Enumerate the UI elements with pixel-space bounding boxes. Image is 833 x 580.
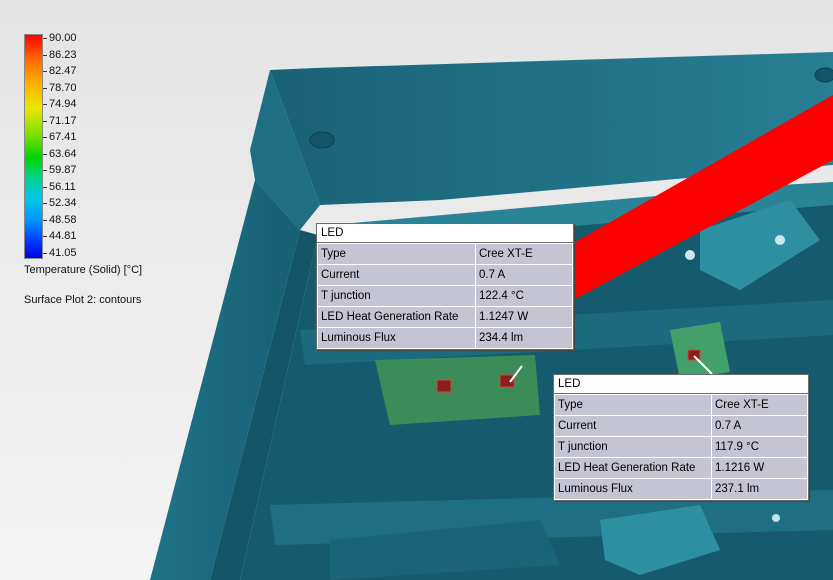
led-callout-1[interactable]: LED Type Cree XT-E Current 0.7 A T junct…: [316, 223, 574, 350]
bracket-hole: [685, 250, 695, 260]
row-value: 1.1216 W: [711, 457, 808, 479]
legend-tick: [43, 187, 47, 188]
legend-tick-label: 44.81: [49, 230, 77, 242]
table-row: LED Heat Generation Rate 1.1247 W: [317, 306, 573, 328]
callout-table: Type Cree XT-E Current 0.7 A T junction …: [317, 243, 573, 349]
row-value: Cree XT-E: [711, 394, 808, 416]
row-label: T junction: [317, 285, 476, 307]
table-row: Luminous Flux 237.1 lm: [554, 478, 808, 500]
row-value: 1.1247 W: [475, 306, 573, 328]
mount-hole: [772, 514, 780, 522]
row-value: Cree XT-E: [475, 243, 573, 265]
legend-title: Temperature (Solid) [°C]: [24, 264, 143, 276]
led-board-left: [375, 355, 540, 425]
bracket-hole: [775, 235, 785, 245]
table-row: Current 0.7 A: [554, 415, 808, 437]
legend-tick: [43, 170, 47, 171]
legend-tick: [43, 121, 47, 122]
row-value: 237.1 lm: [711, 478, 808, 500]
legend-tick-label: 86.23: [49, 49, 77, 61]
table-row: Type Cree XT-E: [317, 243, 573, 265]
table-row: T junction 117.9 °C: [554, 436, 808, 458]
graphics-viewport[interactable]: 90.00 86.23 82.47 78.70 74.94 71.17 67.41 63.64…: [0, 0, 833, 580]
row-value: 0.7 A: [475, 264, 573, 286]
table-row: Luminous Flux 234.4 lm: [317, 327, 573, 349]
legend-tick: [43, 203, 47, 204]
table-row: Current 0.7 A: [317, 264, 573, 286]
legend-tick-label: 63.64: [49, 148, 77, 160]
legend-tick-label: 52.34: [49, 197, 77, 209]
legend-tick-label: 48.58: [49, 214, 77, 226]
row-label: Current: [554, 415, 712, 437]
legend-tick: [43, 104, 47, 105]
table-row: Type Cree XT-E: [554, 394, 808, 416]
row-value: 117.9 °C: [711, 436, 808, 458]
led-chip: [436, 379, 452, 393]
legend-tick: [43, 71, 47, 72]
legend-tick: [43, 38, 47, 39]
row-label: Luminous Flux: [554, 478, 712, 500]
plot-name: Surface Plot 2: contours: [24, 294, 142, 306]
mount-hole: [309, 131, 335, 149]
legend-color-bar: [24, 34, 43, 259]
table-row: LED Heat Generation Rate 1.1216 W: [554, 457, 808, 479]
row-label: Type: [554, 394, 712, 416]
led-chip: [687, 349, 701, 361]
row-value: 0.7 A: [711, 415, 808, 437]
legend-tick: [43, 137, 47, 138]
legend-tick-label: 90.00: [49, 32, 77, 44]
legend-tick-label: 56.11: [49, 181, 76, 193]
led-callout-2[interactable]: LED Type Cree XT-E Current 0.7 A T junct…: [553, 374, 809, 501]
table-row: T junction 122.4 °C: [317, 285, 573, 307]
legend-tick: [43, 88, 47, 89]
row-label: Luminous Flux: [317, 327, 476, 349]
row-label: Current: [317, 264, 476, 286]
row-label: T junction: [554, 436, 712, 458]
legend-tick-label: 82.47: [49, 65, 77, 77]
callout-header: LED: [317, 224, 573, 243]
row-value: 122.4 °C: [475, 285, 573, 307]
row-label: Type: [317, 243, 476, 265]
row-label: LED Heat Generation Rate: [554, 457, 712, 479]
legend-tick-label: 59.87: [49, 164, 77, 176]
legend-tick-label: 71.17: [49, 115, 77, 127]
legend-tick-label: 78.70: [49, 82, 77, 94]
legend-tick-label: 41.05: [49, 247, 77, 259]
mount-hole: [814, 67, 833, 83]
legend-tick: [43, 236, 47, 237]
row-value: 234.4 lm: [475, 327, 573, 349]
legend-tick-label: 74.94: [49, 98, 77, 110]
row-label: LED Heat Generation Rate: [317, 306, 476, 328]
legend-tick: [43, 253, 47, 254]
callout-header: LED: [554, 375, 808, 394]
legend-tick: [43, 154, 47, 155]
legend-tick: [43, 55, 47, 56]
legend-tick: [43, 220, 47, 221]
callout-table: Type Cree XT-E Current 0.7 A T junction …: [554, 394, 808, 500]
legend-tick-label: 67.41: [49, 131, 77, 143]
